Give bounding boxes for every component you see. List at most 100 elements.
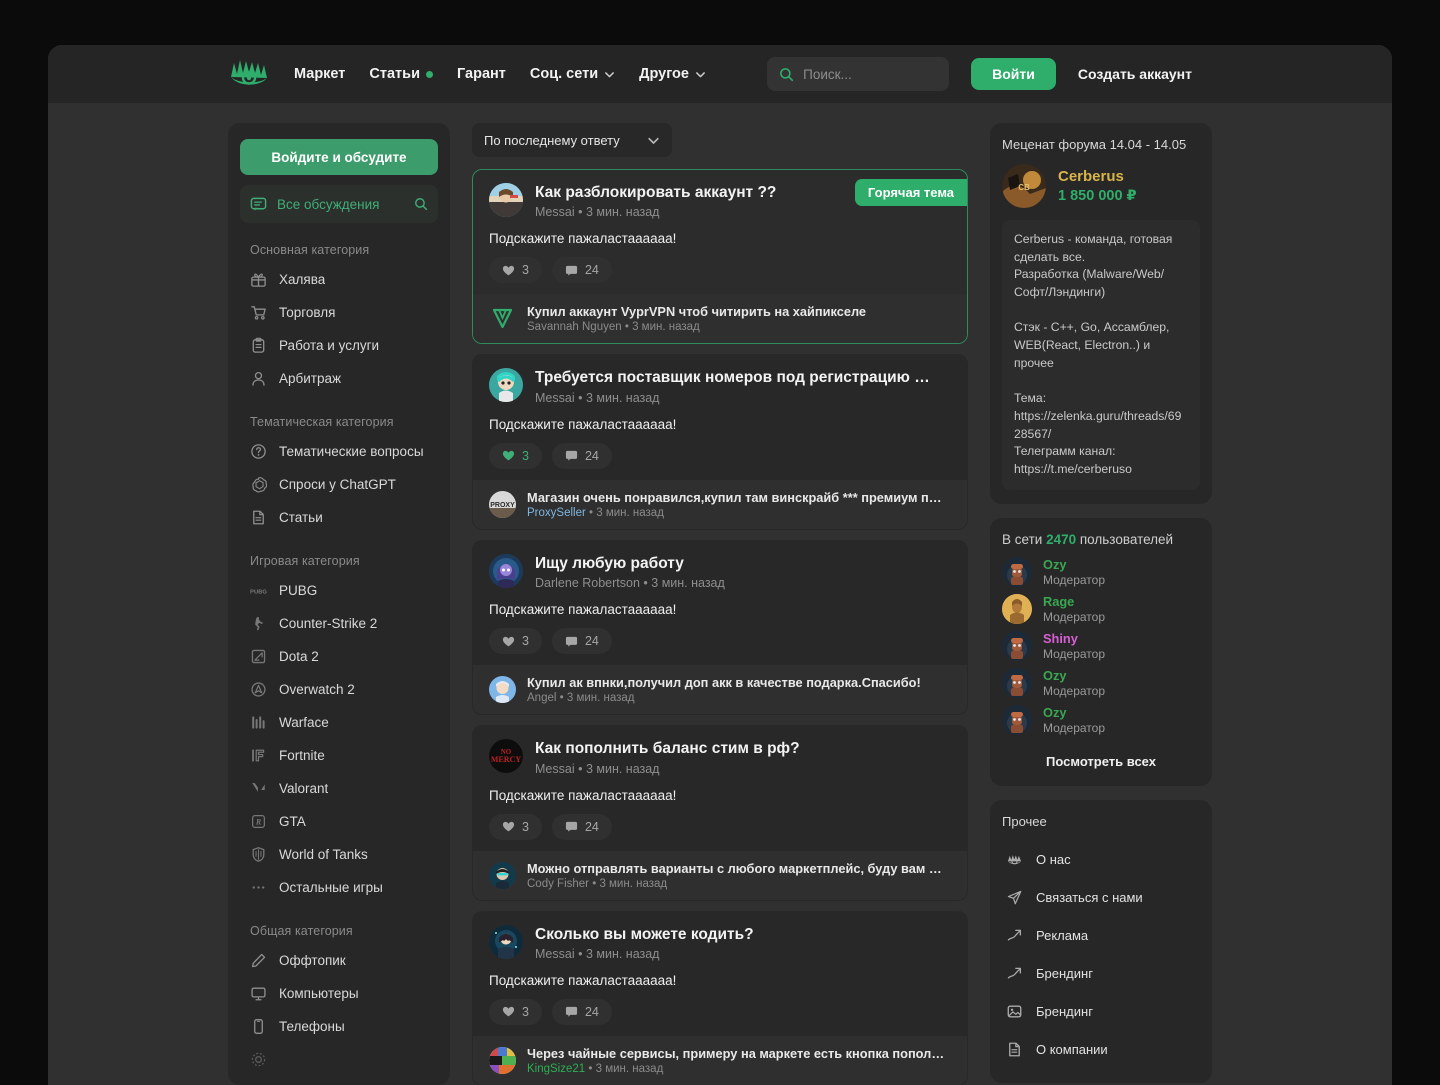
reply-author[interactable]: KingSize21 [527,1063,585,1075]
heart-icon [502,449,515,462]
thread-card[interactable]: Ищу любую работу Darlene Robertson • 3 м… [472,540,968,715]
like-button[interactable]: 3 [489,999,542,1025]
sidebar-item-halyava[interactable]: Халява [240,263,438,296]
nav-item-social[interactable]: Соц. сети [530,66,615,82]
sidebar-item-all-discussions[interactable]: Все обсуждения [240,185,438,223]
svg-text:MERCY: MERCY [491,755,521,764]
sidebar-item-fortnite[interactable]: Fortnite [240,739,438,772]
patron-name[interactable]: Cerberus [1058,168,1137,185]
user-info: Ozy Модератор [1043,557,1105,587]
thread-main: Горячая тема Как разблокировать аккаунт … [473,170,967,294]
sidebar-item-warface[interactable]: Warface [240,706,438,739]
sidebar-item-offtopic[interactable]: Оффтопик [240,944,438,977]
like-count: 3 [522,1005,529,1019]
sidebar-item-partial[interactable] [240,1043,438,1076]
nav-item-market[interactable]: Маркет [294,66,345,82]
sidebar-item-pubg[interactable]: PUBG PUBG [240,574,438,607]
thread-latest-reply[interactable]: PROXY Магазин очень понравился,купил там… [473,480,967,529]
sidebar-item-tematicheskie-voprosy[interactable]: Тематические вопросы [240,435,438,468]
misc-item-label: Брендинг [1036,1004,1093,1019]
sidebar-item-stati[interactable]: Статьи [240,501,438,534]
reply-author[interactable]: ProxySeller [527,507,586,519]
comment-button[interactable]: 24 [552,628,612,654]
sidebar-item-overwatch2[interactable]: Overwatch 2 [240,673,438,706]
like-count: 3 [522,634,529,648]
sidebar-item-torgovlya[interactable]: Торговля [240,296,438,329]
thread-card[interactable]: Сколько вы можете кодить? Messai • 3 мин… [472,911,968,1085]
thread-card[interactable]: NOMERCY Как пополнить баланс стим в рф? … [472,725,968,900]
thread-title: Как пополнить баланс стим в рф? [535,739,800,758]
list-item[interactable]: Ozy Модератор [1002,668,1200,698]
sidebar-item-chatgpt[interactable]: Спроси у ChatGPT [240,468,438,501]
like-button[interactable]: 3 [489,443,542,469]
sidebar-item-label: Торговля [279,305,335,320]
thread-actions: 3 24 [489,257,951,283]
thread-author: Darlene Robertson [535,576,640,590]
sidebar-item-arbitrazh[interactable]: Арбитраж [240,362,438,395]
like-button[interactable]: 3 [489,814,542,840]
comment-button[interactable]: 24 [552,814,612,840]
sort-dropdown[interactable]: По последнему ответу [472,123,672,157]
login-and-discuss-button[interactable]: Войдите и обсудите [240,139,438,175]
sidebar-item-gta[interactable]: R GTA [240,805,438,838]
search-box[interactable] [767,57,949,91]
nav-item-guarantor[interactable]: Гарант [457,66,506,82]
cart-icon [250,304,267,321]
document-icon [250,509,267,526]
sidebar-item-cs2[interactable]: Counter-Strike 2 [240,607,438,640]
like-button[interactable]: 3 [489,628,542,654]
nav-item-other[interactable]: Другое [639,66,706,82]
search-icon[interactable] [414,197,428,211]
nav-label: Соц. сети [530,66,598,82]
comment-button[interactable]: 24 [552,257,612,283]
online-users-title: В сети 2470 пользователей [1002,532,1200,547]
document-icon [1006,1041,1023,1058]
thread-card[interactable]: Требуется поставщик номеров под регистра… [472,354,968,529]
like-button[interactable]: 3 [489,257,542,283]
misc-item-label: Брендинг [1036,966,1093,981]
misc-item-contact-us[interactable]: Связаться с нами [1002,879,1200,917]
misc-item-about-company[interactable]: О компании [1002,1031,1200,1069]
register-link[interactable]: Создать аккаунт [1078,66,1192,82]
list-item[interactable]: Ozy Модератор [1002,557,1200,587]
misc-item-advertising[interactable]: Реклама [1002,917,1200,955]
chatgpt-icon [250,476,267,493]
see-all-users-button[interactable]: Посмотреть всех [1002,742,1200,772]
comment-button[interactable]: 24 [552,443,612,469]
sidebar-item-valorant[interactable]: Valorant [240,772,438,805]
comment-icon [565,264,578,277]
misc-item-label: Связаться с нами [1036,890,1143,905]
thread-time: 3 мин. назад [651,576,725,590]
wot-icon [250,846,267,863]
comment-icon [565,820,578,833]
login-button[interactable]: Войти [971,58,1056,90]
eye-logo-icon[interactable] [228,57,270,91]
sidebar-item-other-games[interactable]: Остальные игры [240,871,438,904]
patron-info: Cerberus 1 850 000 ₽ [1058,168,1137,204]
list-item[interactable]: Shiny Модератор [1002,631,1200,661]
misc-item-branding-1[interactable]: Брендинг [1002,955,1200,993]
user-role: Модератор [1043,721,1105,735]
reply-author: Cody Fisher [527,878,589,890]
sidebar-item-phones[interactable]: Телефоны [240,1010,438,1043]
misc-item-about-us[interactable]: О нас [1002,841,1200,879]
thread-card[interactable]: Горячая тема Как разблокировать аккаунт … [472,169,968,344]
comment-icon [565,449,578,462]
list-item[interactable]: Ozy Модератор [1002,705,1200,735]
thread-latest-reply[interactable]: Купил аккаунт VyprVPN чтоб читирить на х… [473,294,967,343]
comment-button[interactable]: 24 [552,999,612,1025]
misc-item-branding-2[interactable]: Брендинг [1002,993,1200,1031]
search-input[interactable] [803,67,980,82]
thread-meta: Darlene Robertson • 3 мин. назад [535,576,725,590]
sidebar-item-world-of-tanks[interactable]: World of Tanks [240,838,438,871]
nav-item-articles[interactable]: Статьи [369,66,433,82]
thread-author: Messai [535,391,575,405]
sidebar-item-dota2[interactable]: Dota 2 [240,640,438,673]
thread-latest-reply[interactable]: Можно отправлять варианты с любого марке… [473,851,967,900]
sidebar-item-computers[interactable]: Компьютеры [240,977,438,1010]
thread-latest-reply[interactable]: Через чайные сервисы, примеру на маркете… [473,1036,967,1085]
list-item[interactable]: Rage Модератор [1002,594,1200,624]
patron-row[interactable]: CB Cerberus 1 850 000 ₽ [1002,164,1200,208]
thread-latest-reply[interactable]: Купил ак впнки,получил доп акк в качеств… [473,665,967,714]
sidebar-item-rabota[interactable]: Работа и услуги [240,329,438,362]
